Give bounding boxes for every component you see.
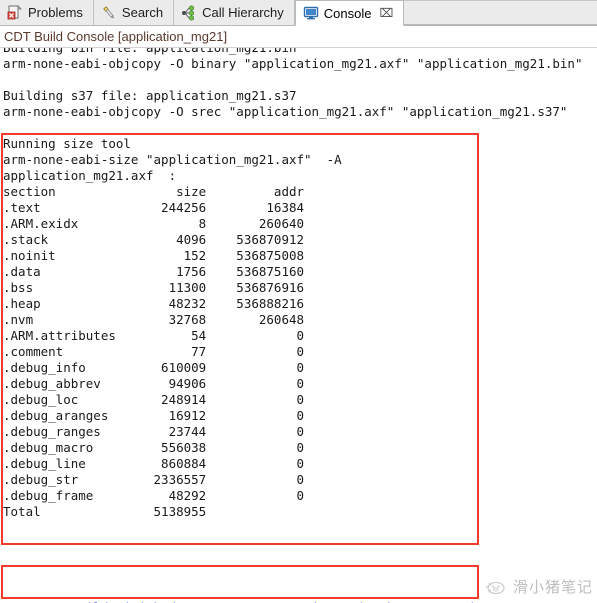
tab-label: Call Hierarchy bbox=[202, 5, 284, 20]
console-icon bbox=[303, 5, 319, 21]
pig-cloud-icon bbox=[484, 578, 508, 596]
watermark-text: 滑小猪笔记 bbox=[512, 578, 593, 596]
tab-search[interactable]: Search bbox=[93, 0, 175, 25]
call-hierarchy-icon bbox=[181, 4, 197, 21]
console-output-area[interactable]: Building bin file: application_mg21.bin … bbox=[0, 48, 597, 603]
search-icon bbox=[101, 5, 117, 21]
tab-label: Console bbox=[323, 5, 372, 21]
view-tab-bar: Problems Search Call Hierarchy Console ⌧ bbox=[0, 0, 597, 26]
watermark: 滑小猪笔记 bbox=[484, 576, 593, 597]
tab-bar-empty-area bbox=[404, 0, 597, 25]
tab-label: Search bbox=[121, 5, 164, 20]
problems-icon bbox=[7, 4, 23, 21]
close-icon[interactable]: ⌧ bbox=[379, 7, 393, 19]
tab-console[interactable]: Console ⌧ bbox=[294, 0, 405, 26]
console-log-text: Building bin file: application_mg21.bin … bbox=[0, 48, 582, 603]
console-log-lines: Building bin file: application_mg21.bin … bbox=[3, 48, 583, 519]
console-header-label: CDT Build Console [application_mg21] bbox=[0, 26, 597, 48]
tab-problems[interactable]: Problems bbox=[0, 0, 94, 25]
tab-call-hierarchy[interactable]: Call Hierarchy bbox=[174, 0, 295, 25]
tab-label: Problems bbox=[28, 5, 83, 20]
